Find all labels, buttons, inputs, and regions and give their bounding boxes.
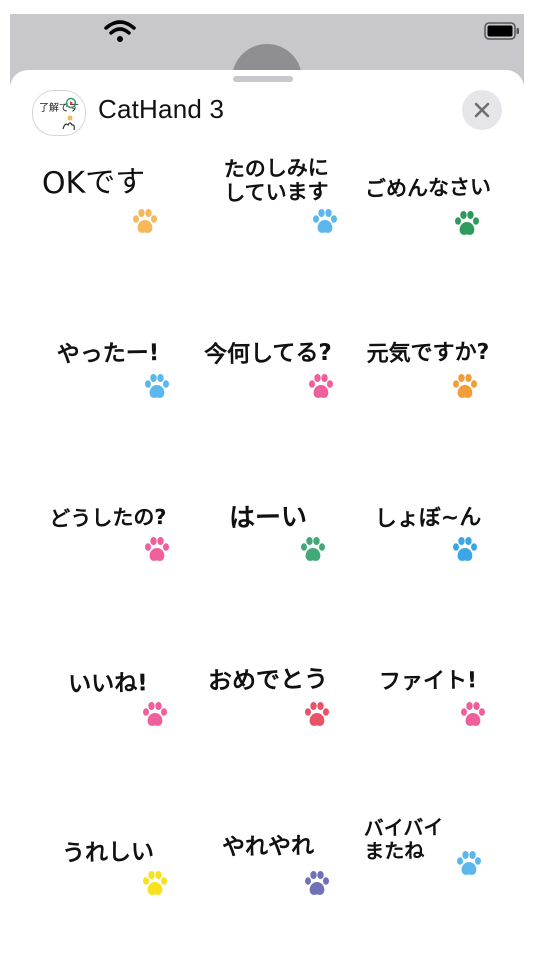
sticker-grid: OKです たのしみに しています ごめんなさい やったー! 今何してる? 元気で… [28, 150, 508, 975]
sticker-text: やったー! [56, 340, 160, 368]
paw-icon [144, 536, 170, 564]
sticker-yattaa[interactable]: やったー! [28, 315, 188, 480]
sheet-grabber[interactable] [233, 76, 293, 82]
sticker-text: 元気ですか? [366, 339, 490, 368]
sticker-text: OKです [41, 164, 146, 202]
sticker-text: しょぼ~ん [374, 505, 482, 532]
sticker-text: どうしたの? [49, 504, 167, 532]
paw-icon [456, 850, 482, 878]
sticker-text: バイバイ またね [363, 815, 444, 864]
sticker-text: はーい [228, 502, 308, 534]
paw-icon [142, 701, 168, 729]
sticker-text: うれしい [61, 839, 155, 867]
sticker-tanoshimi-ni-shiteimasu[interactable]: たのしみに しています [188, 150, 348, 315]
sticker-ima-nani-shiteru[interactable]: 今何してる? [188, 315, 348, 480]
paw-icon [452, 373, 478, 401]
app-icon: 了解です [32, 90, 86, 136]
sticker-gomennasai[interactable]: ごめんなさい [348, 150, 508, 315]
paw-icon [452, 536, 478, 564]
sticker-text: ファイト! [378, 668, 478, 695]
sticker-genki-desuka[interactable]: 元気ですか? [348, 315, 508, 480]
app-title: CatHand 3 [98, 94, 225, 124]
sticker-doushitano[interactable]: どうしたの? [28, 480, 188, 645]
sticker-text: いいね! [68, 670, 148, 698]
close-button[interactable] [462, 90, 502, 130]
paw-icon [304, 870, 330, 898]
sticker-ok-desu[interactable]: OKです [28, 150, 188, 315]
wifi-icon [104, 20, 136, 42]
close-icon [474, 102, 490, 118]
paw-icon [308, 373, 334, 401]
sticker-text: ごめんなさい [364, 174, 492, 202]
paw-icon [304, 701, 330, 729]
sticker-iine[interactable]: いいね! [28, 645, 188, 810]
sticker-text: おめでとう [207, 664, 329, 696]
paw-icon [312, 208, 338, 236]
paw-icon [144, 373, 170, 401]
sticker-sheet: 了解です CatHand 3 OKです たのしみに しています ごめんなさい や… [10, 70, 524, 950]
paw-icon [142, 870, 168, 898]
sticker-shoboon[interactable]: しょぼ~ん [348, 480, 508, 645]
paw-icon [132, 208, 158, 236]
sticker-omedetou[interactable]: おめでとう [188, 645, 348, 810]
sticker-yareyare[interactable]: やれやれ [188, 810, 348, 975]
paw-icon [454, 210, 480, 238]
paw-icon [460, 701, 486, 729]
sheet-header: 了解です CatHand 3 [10, 86, 524, 138]
sticker-text: 今何してる? [203, 339, 333, 369]
battery-icon [484, 22, 519, 40]
sticker-baibai-matane[interactable]: バイバイ またね [348, 810, 508, 975]
sticker-faito[interactable]: ファイト! [348, 645, 508, 810]
paw-icon [300, 536, 326, 564]
sticker-ureshii[interactable]: うれしい [28, 810, 188, 975]
sticker-haai[interactable]: はーい [188, 480, 348, 645]
sticker-text: やれやれ [221, 833, 315, 861]
